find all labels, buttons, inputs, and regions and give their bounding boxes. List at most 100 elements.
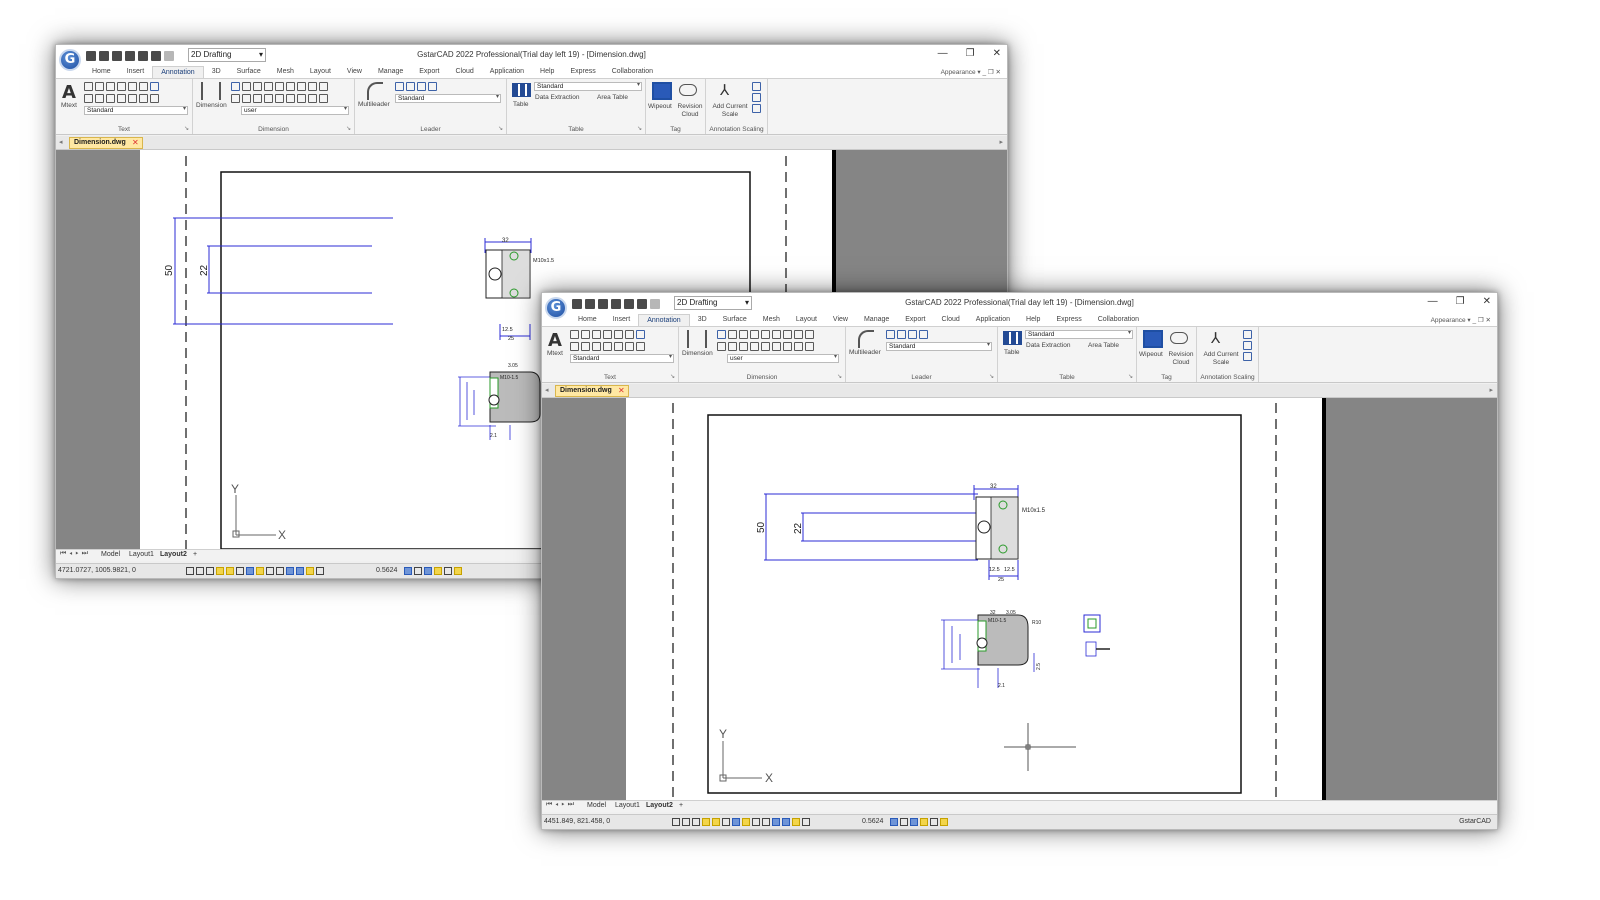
add-layout-icon[interactable]: + (676, 802, 686, 809)
text-tools-row2[interactable] (570, 342, 645, 351)
close-tab-icon[interactable]: ✕ (132, 138, 139, 147)
dimension-style-select[interactable]: user (241, 106, 349, 115)
text-tools-row1[interactable] (84, 82, 159, 91)
document-tab[interactable]: Dimension.dwg ✕ (555, 385, 629, 397)
tab-view[interactable]: View (339, 66, 370, 78)
leader-tools-row[interactable] (886, 330, 928, 339)
layout-tab-layout1[interactable]: Layout1 (126, 551, 157, 558)
wipeout-button[interactable]: Wipeout (1139, 351, 1163, 358)
dimension-button[interactable]: Dimension (682, 350, 713, 357)
tab-scroll-right-icon[interactable]: ▸ (1489, 386, 1493, 394)
multileader-button[interactable]: Multileader (849, 349, 881, 356)
revision-cloud-button[interactable]: Revision Cloud (676, 103, 704, 119)
tab-scroll-left-icon[interactable]: ◂ (59, 138, 63, 146)
table-style-select[interactable]: Standard (1025, 330, 1133, 339)
table-icon[interactable] (512, 83, 531, 97)
status-toggles-2[interactable] (404, 567, 462, 575)
tab-mesh[interactable]: Mesh (755, 314, 788, 326)
layout-tab-layout2[interactable]: Layout2 (643, 802, 676, 809)
status-toggles-2[interactable] (890, 818, 948, 826)
close-button[interactable]: ✕ (993, 48, 1001, 59)
mtext-button[interactable]: Mtext (547, 350, 563, 357)
tab-collaboration[interactable]: Collaboration (604, 66, 661, 78)
tab-cloud[interactable]: Cloud (448, 66, 482, 78)
tab-express[interactable]: Express (1048, 314, 1089, 326)
revision-cloud-icon[interactable] (1170, 332, 1188, 344)
dimension-icon[interactable] (201, 82, 221, 100)
tab-manage[interactable]: Manage (370, 66, 411, 78)
layout-tab-model[interactable]: Model (584, 802, 609, 809)
tab-collaboration[interactable]: Collaboration (1090, 314, 1147, 326)
table-button[interactable]: Table (1004, 349, 1020, 356)
restore-button[interactable]: ❐ (1456, 296, 1465, 307)
dimension-tools-row2[interactable] (717, 342, 814, 351)
annotation-scale[interactable]: 0.5624 (862, 818, 883, 825)
leader-style-select[interactable]: Standard (395, 94, 501, 103)
minimize-button[interactable]: — (938, 48, 948, 59)
add-scale-icon[interactable]: ⅄ (1211, 329, 1220, 347)
table-icon[interactable] (1003, 331, 1022, 345)
tab-export[interactable]: Export (411, 66, 447, 78)
table-button[interactable]: Table (513, 101, 529, 108)
restore-button[interactable]: ❐ (966, 48, 975, 59)
tab-help[interactable]: Help (532, 66, 562, 78)
data-extraction-button[interactable]: Data Extraction (1026, 342, 1070, 349)
text-tools-row2[interactable] (84, 94, 159, 103)
text-style-select[interactable]: Standard (570, 354, 674, 363)
dimension-tools-row1[interactable] (717, 330, 814, 339)
dimension-icon[interactable] (687, 330, 707, 348)
multileader-icon[interactable] (858, 330, 874, 348)
close-tab-icon[interactable]: ✕ (618, 386, 625, 395)
tab-manage[interactable]: Manage (856, 314, 897, 326)
layout-tab-layout1[interactable]: Layout1 (612, 802, 643, 809)
dimension-tools-row2[interactable] (231, 94, 328, 103)
dimension-tools-row1[interactable] (231, 82, 328, 91)
tab-export[interactable]: Export (897, 314, 933, 326)
layout-nav-icons[interactable]: ⏮◂▸⏭ (60, 550, 91, 558)
status-toggles[interactable] (672, 818, 810, 826)
tab-layout[interactable]: Layout (302, 66, 339, 78)
data-extraction-button[interactable]: Data Extraction (535, 94, 579, 101)
tab-3d[interactable]: 3D (690, 314, 715, 326)
document-tab[interactable]: Dimension.dwg ✕ (69, 137, 143, 149)
drawing-canvas[interactable]: 50 22 32 M10x1.5 12.5 12.5 25 32 3.05 M1… (542, 398, 1497, 800)
tab-cloud[interactable]: Cloud (934, 314, 968, 326)
tab-annotation[interactable]: Annotation (152, 66, 204, 78)
tab-view[interactable]: View (825, 314, 856, 326)
tab-home[interactable]: Home (84, 66, 119, 78)
text-style-select[interactable]: Standard (84, 106, 188, 115)
status-toggles[interactable] (186, 567, 324, 575)
layout-tab-model[interactable]: Model (98, 551, 123, 558)
wipeout-icon[interactable] (652, 82, 672, 100)
minimize-button[interactable]: — (1428, 296, 1438, 307)
tab-application[interactable]: Application (968, 314, 1018, 326)
layout-tab-layout2[interactable]: Layout2 (157, 551, 190, 558)
close-button[interactable]: ✕ (1483, 296, 1491, 307)
appearance-menu[interactable]: Appearance ▾ _ ❐ ✕ (941, 68, 1001, 76)
appearance-menu[interactable]: Appearance ▾ _ ❐ ✕ (1431, 316, 1491, 324)
add-scale-icon[interactable]: ⅄ (720, 81, 729, 99)
leader-tools-row[interactable] (395, 82, 437, 91)
tab-home[interactable]: Home (570, 314, 605, 326)
revision-cloud-button[interactable]: Revision Cloud (1167, 351, 1195, 367)
dimension-style-select[interactable]: user (727, 354, 839, 363)
app-logo-icon[interactable]: G (59, 49, 81, 71)
mtext-button[interactable]: Mtext (61, 102, 77, 109)
scaling-tools[interactable] (1243, 330, 1252, 361)
multileader-icon[interactable] (367, 82, 383, 100)
wipeout-button[interactable]: Wipeout (648, 103, 672, 110)
tab-help[interactable]: Help (1018, 314, 1048, 326)
tab-layout[interactable]: Layout (788, 314, 825, 326)
add-layout-icon[interactable]: + (190, 551, 200, 558)
scaling-tools[interactable] (752, 82, 761, 113)
text-tools-row1[interactable] (570, 330, 645, 339)
table-style-select[interactable]: Standard (534, 82, 642, 91)
tab-surface[interactable]: Surface (715, 314, 755, 326)
tab-insert[interactable]: Insert (605, 314, 639, 326)
tab-insert[interactable]: Insert (119, 66, 153, 78)
area-table-button[interactable]: Area Table (597, 94, 628, 101)
add-current-scale-button[interactable]: Add Current Scale (1201, 351, 1241, 367)
mtext-icon[interactable]: A (62, 82, 76, 103)
tab-scroll-left-icon[interactable]: ◂ (545, 386, 549, 394)
area-table-button[interactable]: Area Table (1088, 342, 1119, 349)
